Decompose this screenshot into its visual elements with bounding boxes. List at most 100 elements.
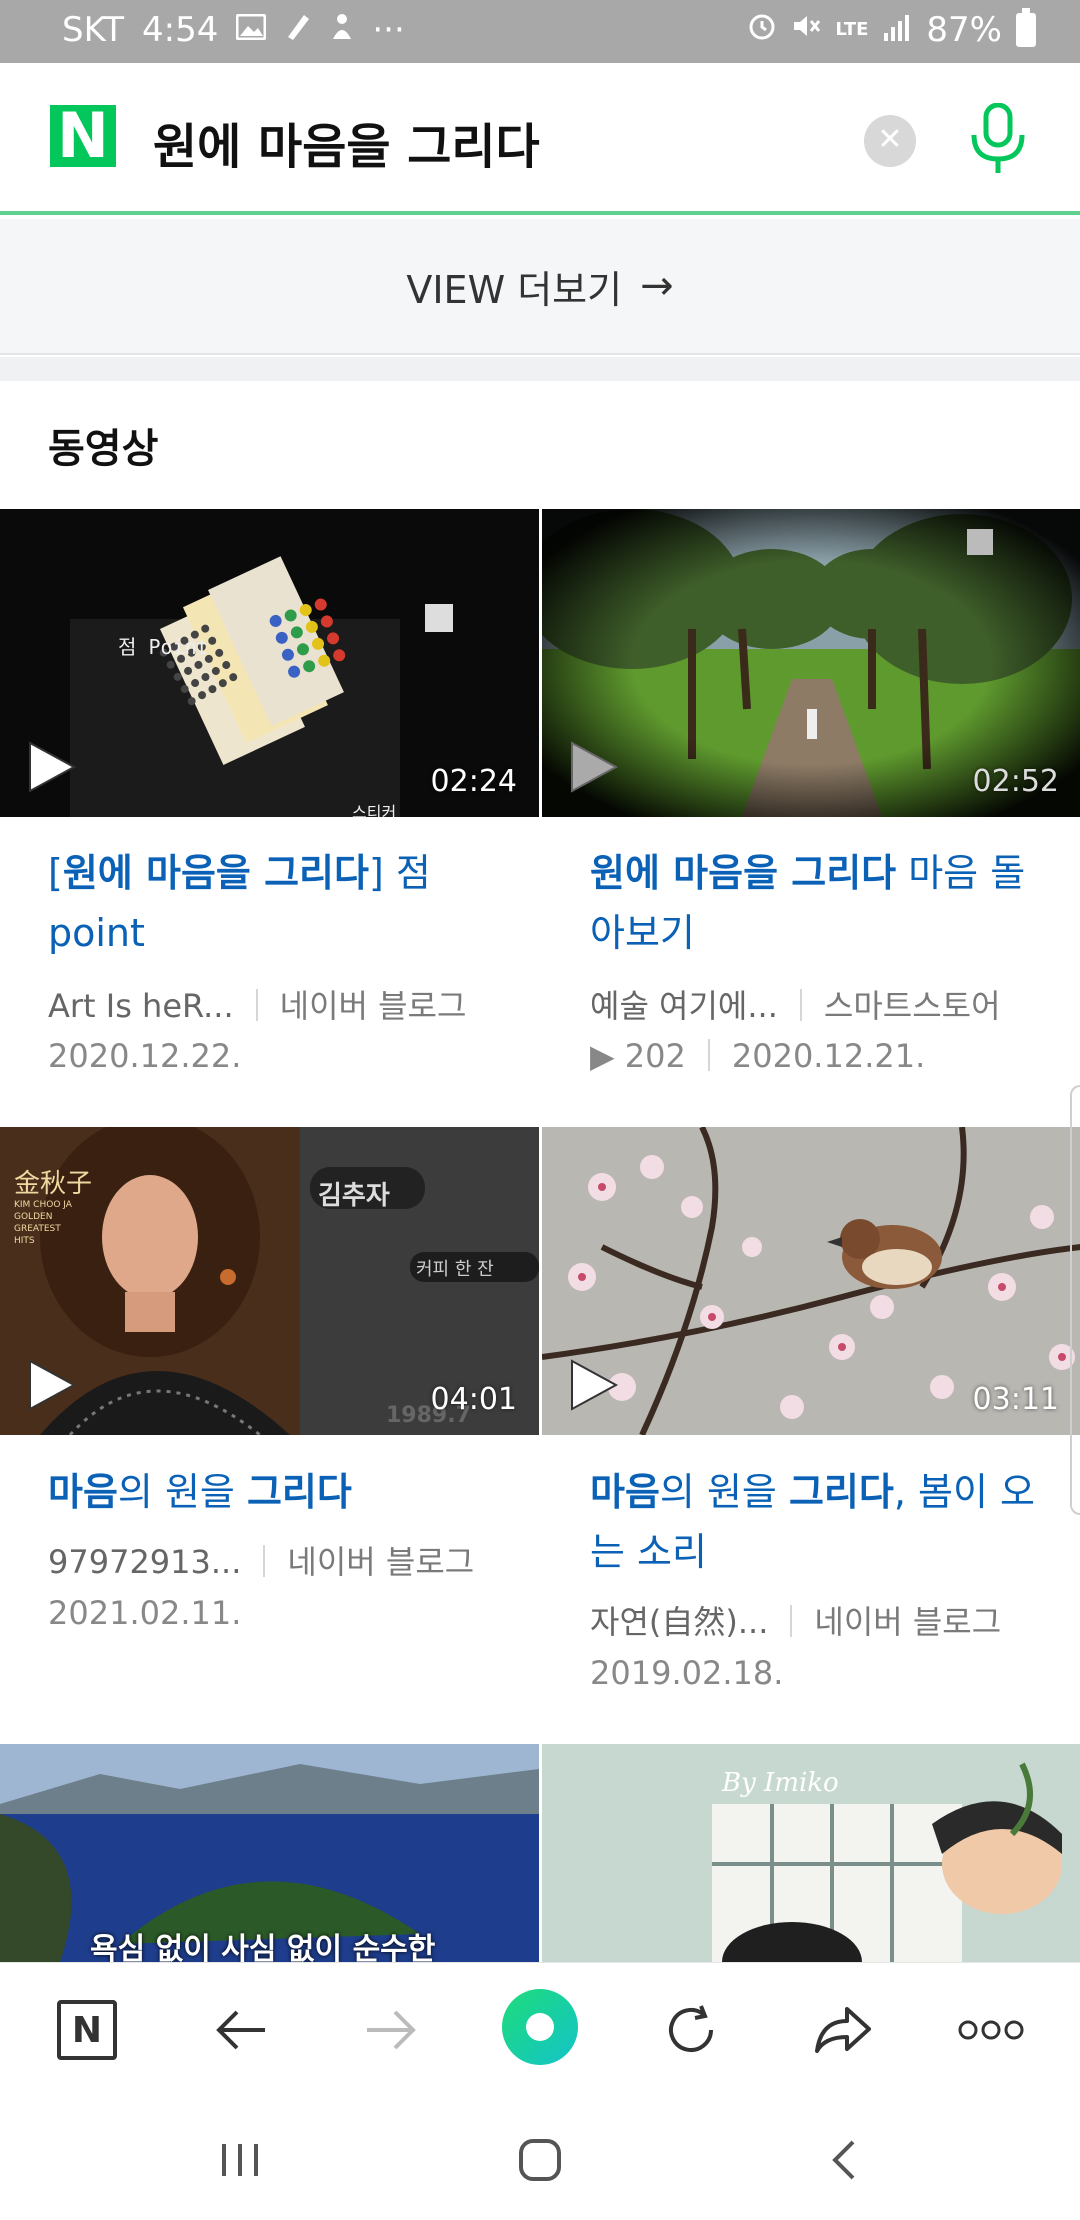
share-icon xyxy=(815,2007,871,2053)
more-icon xyxy=(958,2020,1024,2040)
thumbnail-caption: 점 Point xyxy=(118,635,209,659)
search-header: N 원에 마음을 그리다 ✕ xyxy=(0,63,1080,215)
video-source: 네이버 블로그 xyxy=(814,1603,1002,1641)
view-count: 202 xyxy=(624,1037,686,1075)
clear-search-button[interactable]: ✕ xyxy=(864,115,916,167)
thumbnail-caption: 김추자 xyxy=(318,1181,390,1211)
recent-apps-button[interactable] xyxy=(210,2130,270,2190)
video-thumbnail[interactable]: 金秋子 KIM CHOO JA GOLDEN GREATEST HITS 김추자… xyxy=(0,1127,539,1435)
video-card[interactable]: By Imiko xyxy=(542,1744,1080,1964)
naver-logo[interactable]: N xyxy=(50,105,116,167)
carrier: SKT xyxy=(62,10,125,50)
status-left: SKT 4:54 ··· xyxy=(62,10,405,50)
video-thumbnail[interactable]: 03:11 xyxy=(542,1127,1080,1435)
refresh-icon xyxy=(669,2005,713,2052)
system-navigation-bar xyxy=(0,2094,1080,2220)
gallery-icon xyxy=(235,13,267,48)
browser-toolbar: N xyxy=(0,1962,1080,2094)
recent-apps-icon xyxy=(222,2144,258,2176)
video-thumbnail[interactable]: 02:52 xyxy=(542,509,1080,817)
thumbnail-caption-2: 커피 한 잔 xyxy=(416,1259,494,1280)
video-card[interactable]: 02:52 원에 마음을 그리다 마음 돌아보기 예술 여기에... 스마트스토어… xyxy=(542,509,1080,1109)
forward-button[interactable] xyxy=(356,1995,426,2065)
home-button[interactable]: N xyxy=(52,1995,122,2065)
video-source: 네이버 블로그 xyxy=(279,987,467,1025)
status-right: LTE 87% xyxy=(747,8,1036,50)
arrow-right-icon: → xyxy=(640,263,674,309)
divider xyxy=(790,1605,793,1637)
video-duration: 04:01 xyxy=(430,1382,517,1417)
signal-icon xyxy=(882,10,912,50)
more-button[interactable] xyxy=(956,1995,1026,2065)
arrow-left-icon xyxy=(216,2010,265,2050)
mute-icon xyxy=(791,10,821,50)
search-input[interactable]: 원에 마음을 그리다 xyxy=(153,107,540,177)
video-stats: ▶ 202 2020.12.21. xyxy=(590,1037,925,1075)
back-button[interactable] xyxy=(206,1995,276,2065)
video-meta: Art Is heR... 네이버 블로그 xyxy=(48,981,466,1027)
video-thumbnail[interactable]: By Imiko xyxy=(542,1744,1080,1962)
video-duration: 02:24 xyxy=(430,764,517,799)
video-title[interactable]: 마음의 원을 그리다, 봄이 오는 소리 xyxy=(590,1462,1060,1582)
video-meta: 97972913... 네이버 블로그 xyxy=(48,1537,474,1583)
arrow-right-icon xyxy=(367,2010,416,2050)
video-source: 스마트스토어 xyxy=(823,987,1001,1025)
clock: 4:54 xyxy=(142,10,219,50)
chevron-left-icon xyxy=(832,2140,855,2180)
video-date: 2021.02.11. xyxy=(48,1594,242,1632)
video-duration: 03:11 xyxy=(972,1382,1059,1417)
voice-search-button[interactable] xyxy=(966,102,1030,175)
green-dot-button[interactable] xyxy=(500,1987,580,2067)
battery-icon xyxy=(1016,8,1036,47)
video-card[interactable]: 점 Point 스티커 02:24 [원에 마음을 그리다] 점 point A… xyxy=(0,509,540,1109)
video-author[interactable]: 자연(自然)... xyxy=(590,1603,768,1641)
video-source: 네이버 블로그 xyxy=(287,1543,475,1581)
back-nav-button[interactable] xyxy=(814,2130,874,2190)
notification-icon xyxy=(330,11,354,49)
view-more-button[interactable]: VIEW 더보기 → xyxy=(0,219,1080,355)
video-title[interactable]: [원에 마음을 그리다] 점 point xyxy=(48,843,518,963)
battery-level: 87% xyxy=(926,10,1002,50)
video-author[interactable]: 97972913... xyxy=(48,1543,241,1581)
thumbnail-caption: By Imiko xyxy=(722,1768,839,1798)
video-date: 2020.12.21. xyxy=(731,1037,926,1075)
video-meta: 예술 여기에... 스마트스토어 xyxy=(590,981,1001,1027)
divider xyxy=(255,989,258,1021)
video-author[interactable]: 예술 여기에... xyxy=(590,987,778,1025)
video-author[interactable]: Art Is heR... xyxy=(48,987,234,1025)
play-icon xyxy=(571,1359,619,1411)
video-thumbnail[interactable]: 점 Point 스티커 02:24 xyxy=(0,509,539,817)
video-duration: 02:52 xyxy=(972,764,1059,799)
play-icon xyxy=(571,741,619,793)
share-button[interactable] xyxy=(808,1995,878,2065)
naver-home-icon: N xyxy=(57,2000,117,2060)
network-type: LTE xyxy=(835,19,869,40)
close-icon: ✕ xyxy=(877,122,903,157)
video-card[interactable]: 金秋子 KIM CHOO JA GOLDEN GREATEST HITS 김추자… xyxy=(0,1127,540,1717)
divider xyxy=(799,989,802,1021)
video-title[interactable]: 원에 마음을 그리다 마음 돌아보기 xyxy=(590,843,1060,963)
status-bar: SKT 4:54 ··· LTE 87% xyxy=(0,0,1080,63)
section-title: 동영상 xyxy=(48,426,159,472)
video-card[interactable]: 03:11 마음의 원을 그리다, 봄이 오는 소리 자연(自然)... 네이버 … xyxy=(542,1127,1080,1717)
refresh-button[interactable] xyxy=(656,1995,726,2065)
pen-icon xyxy=(284,11,312,49)
view-more-label: VIEW 더보기 xyxy=(406,267,623,312)
thumbnail-caption-2: 스티커 xyxy=(352,803,397,817)
microphone-icon xyxy=(971,102,1025,173)
video-thumbnail[interactable]: 욕심 없이 사심 없이 순수한 xyxy=(0,1744,539,1962)
green-dot-icon xyxy=(502,1989,578,2065)
home-nav-button[interactable] xyxy=(510,2130,570,2190)
video-title[interactable]: 마음의 원을 그리다 xyxy=(48,1462,518,1522)
home-icon xyxy=(519,2139,561,2181)
alarm-icon xyxy=(747,10,777,50)
divider xyxy=(707,1039,710,1071)
thumbnail-caption-3: 金秋子 xyxy=(14,1169,93,1199)
scroll-indicator[interactable] xyxy=(1070,1085,1080,1515)
video-meta: 자연(自然)... 네이버 블로그 xyxy=(590,1597,1001,1643)
more-notifications: ··· xyxy=(372,10,405,50)
video-card[interactable]: 욕심 없이 사심 없이 순수한 xyxy=(0,1744,540,1964)
video-date: 2020.12.22. xyxy=(48,1037,242,1075)
thumbnail-caption: 욕심 없이 사심 없이 순수한 xyxy=(90,1932,436,1962)
thumbnail-caption-4: KIM CHOO JA GOLDEN GREATEST HITS xyxy=(14,1200,72,1246)
